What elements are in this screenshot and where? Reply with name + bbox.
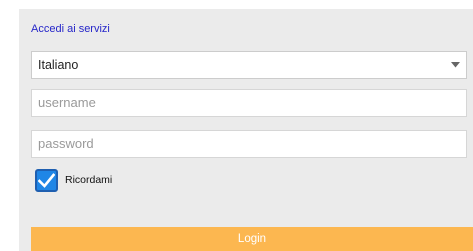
username-placeholder: username	[38, 95, 96, 110]
remember-label: Ricordami	[65, 174, 113, 186]
password-placeholder: password	[38, 136, 94, 151]
login-title: Accedi ai servizi	[31, 23, 110, 35]
checkmark-icon	[38, 172, 55, 188]
username-input[interactable]: username	[31, 89, 467, 117]
language-select[interactable]: Italiano	[31, 51, 467, 79]
login-panel: Accedi ai servizi Italiano username pass…	[19, 9, 473, 251]
chevron-down-icon	[444, 52, 466, 78]
remember-me: Ricordami	[35, 167, 112, 193]
login-button[interactable]: Login	[31, 227, 473, 251]
password-input[interactable]: password	[31, 130, 467, 158]
language-select-value: Italiano	[38, 58, 79, 72]
remember-checkbox[interactable]	[35, 168, 58, 192]
